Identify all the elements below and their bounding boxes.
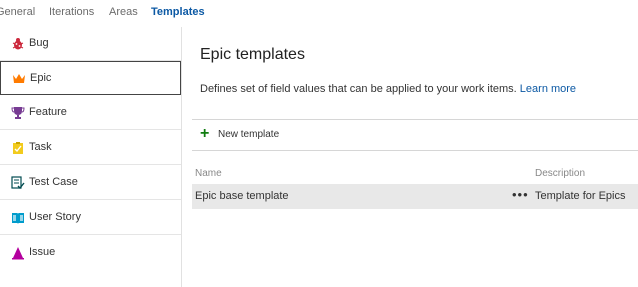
page-title: Epic templates xyxy=(200,46,305,63)
sidebar-item-label: Feature xyxy=(29,106,67,118)
tab-bar: General Iterations Areas Templates xyxy=(0,0,638,27)
clipboard-icon xyxy=(13,142,23,154)
page-description: Defines set of field values that can be … xyxy=(200,83,576,95)
sidebar-item-label: Issue xyxy=(29,246,56,258)
learn-more-link[interactable]: Learn more xyxy=(520,83,576,95)
sidebar-item-label: Test Case xyxy=(29,176,78,188)
sidebar-item-bug[interactable]: Bug xyxy=(0,27,181,61)
sidebar-item-issue[interactable]: Issue xyxy=(0,236,181,270)
divider xyxy=(192,150,638,151)
bug-icon xyxy=(12,38,24,50)
book-icon xyxy=(12,213,24,224)
sidebar-item-test-case[interactable]: Test Case xyxy=(0,166,181,200)
template-description: Template for Epics xyxy=(535,190,626,202)
templates-panel: Epic templates Defines set of field valu… xyxy=(182,27,638,287)
plus-icon: + xyxy=(200,125,210,142)
column-header-name[interactable]: Name xyxy=(195,168,222,179)
crown-icon xyxy=(13,74,25,83)
sidebar-item-user-story[interactable]: User Story xyxy=(0,201,181,235)
sidebar-item-epic[interactable]: Epic xyxy=(0,61,181,95)
sidebar-item-label: User Story xyxy=(29,211,81,223)
tab-general[interactable]: General xyxy=(0,6,35,18)
more-actions-icon[interactable]: ••• xyxy=(512,187,529,202)
trophy-icon xyxy=(11,107,25,119)
new-template-label: New template xyxy=(218,129,280,140)
column-header-description[interactable]: Description xyxy=(535,168,585,179)
tab-templates[interactable]: Templates xyxy=(151,6,205,18)
tab-areas[interactable]: Areas xyxy=(109,6,138,18)
sidebar-item-feature[interactable]: Feature xyxy=(0,96,181,130)
sidebar-item-label: Bug xyxy=(29,37,49,49)
sidebar-item-label: Task xyxy=(29,141,52,153)
sidebar-item-task[interactable]: Task xyxy=(0,131,181,165)
work-item-type-list: Bug Epic Feature Task Test Case User Sto… xyxy=(0,27,182,287)
tab-iterations[interactable]: Iterations xyxy=(49,6,94,18)
table-row[interactable]: Epic base template ••• Template for Epic… xyxy=(192,184,638,209)
template-name[interactable]: Epic base template xyxy=(195,190,289,202)
test-case-icon xyxy=(11,176,25,190)
divider xyxy=(192,119,638,120)
issue-icon xyxy=(12,247,24,260)
sidebar-item-label: Epic xyxy=(30,72,52,84)
description-text: Defines set of field values that can be … xyxy=(200,83,517,95)
